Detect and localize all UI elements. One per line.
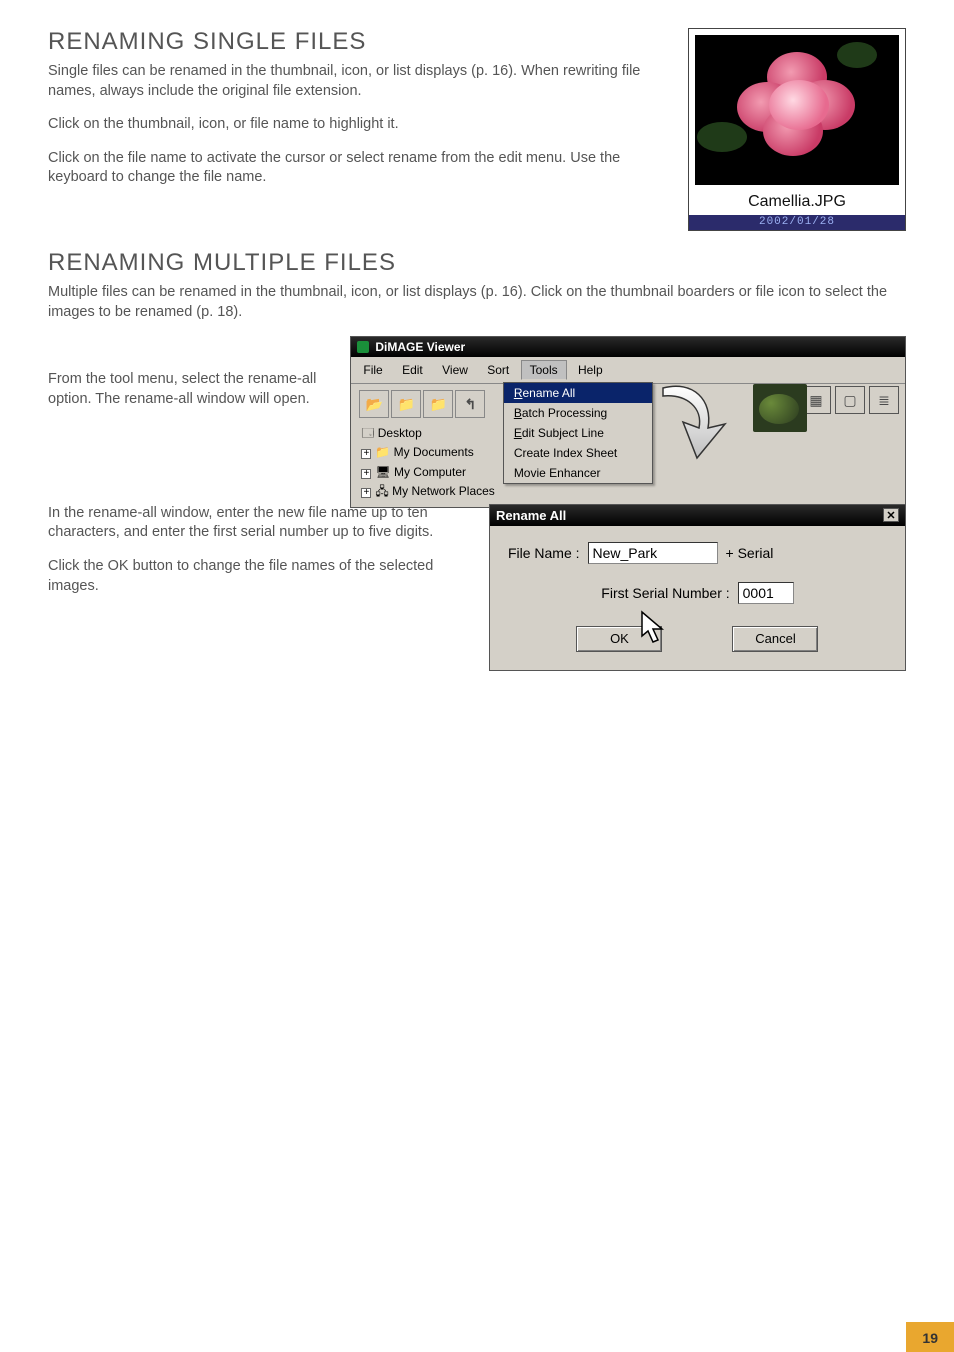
instr2-text: In the rename-all window, enter the new …	[48, 504, 471, 543]
page-number: 19	[922, 1330, 938, 1346]
thumbnail-card[interactable]: Camellia.JPG 2002/01/28	[688, 28, 906, 231]
ok-button[interactable]: OK	[576, 626, 662, 652]
folder-tree: 🗔 Desktop +📁 My Documents +🖥 My Computer…	[359, 424, 494, 501]
section1-p1: Single files can be renamed in the thumb…	[48, 62, 670, 101]
menubar: File Edit View Sort Tools Help	[351, 357, 905, 384]
callout-arrow-icon	[653, 380, 733, 460]
new-folder-button[interactable]	[391, 390, 421, 418]
content-thumbnail	[753, 384, 807, 432]
thumbnail-filename[interactable]: Camellia.JPG	[695, 193, 899, 215]
section2-p1: Multiple files can be renamed in the thu…	[48, 283, 906, 322]
menu-edit[interactable]: Edit	[394, 361, 431, 379]
cancel-button[interactable]: Cancel	[732, 626, 818, 652]
menu-file[interactable]: File	[355, 361, 390, 379]
up-button[interactable]	[455, 390, 485, 418]
window-title: DiMAGE Viewer	[375, 340, 465, 354]
menu-movie-enhancer[interactable]: Movie Enhancer	[504, 463, 652, 483]
thumbnail-date: 2002/01/28	[689, 215, 905, 230]
list-icon: ≣	[878, 392, 890, 409]
menu-create-index[interactable]: Create Index Sheet	[504, 443, 652, 463]
instr1-text: From the tool menu, select the rename-al…	[48, 336, 340, 409]
menu-rename-all[interactable]: Rename All	[504, 383, 652, 403]
grid-icon: ▦	[809, 392, 822, 409]
section1-p2: Click on the thumbnail, icon, or file na…	[48, 115, 670, 135]
dialog-close-button[interactable]: ✕	[883, 508, 899, 522]
menu-batch-processing[interactable]: Batch Processing	[504, 403, 652, 423]
menu-view[interactable]: View	[434, 361, 476, 379]
window-titlebar: DiMAGE Viewer	[351, 337, 905, 357]
serial-number-input[interactable]	[738, 582, 794, 604]
tree-mycomp[interactable]: +🖥 My Computer	[361, 463, 494, 482]
section1-p3: Click on the file name to activate the c…	[48, 149, 670, 188]
section2-title: RENAMING MULTIPLE FILES	[48, 249, 906, 277]
folder-button-3[interactable]	[423, 390, 453, 418]
menu-edit-subject[interactable]: Edit Subject Line	[504, 423, 652, 443]
thumb-icon: ▢	[843, 392, 856, 409]
up-arrow-icon	[465, 396, 477, 413]
tree-mynet[interactable]: +🖧 My Network Places	[361, 482, 494, 501]
serial-number-label: First Serial Number :	[601, 585, 729, 601]
rename-all-dialog: Rename All ✕ File Name : + Serial First …	[489, 504, 906, 671]
thumbnail-image	[695, 35, 899, 185]
page-footer: 19	[0, 1322, 954, 1352]
menu-help[interactable]: Help	[570, 361, 611, 379]
app-logo-icon	[357, 341, 369, 353]
file-name-label: File Name :	[508, 545, 580, 561]
serial-suffix-label: + Serial	[726, 545, 774, 561]
tree-desktop[interactable]: 🗔 Desktop	[361, 424, 494, 443]
menu-tools[interactable]: Tools	[521, 360, 567, 380]
file-name-input[interactable]	[588, 542, 718, 564]
menu-sort[interactable]: Sort	[479, 361, 517, 379]
dialog-title: Rename All	[496, 508, 566, 523]
new-folder-icon	[398, 396, 415, 413]
dialog-titlebar: Rename All ✕	[490, 505, 905, 526]
dimage-viewer-window: DiMAGE Viewer File Edit View Sort Tools …	[350, 336, 906, 508]
tree-mydocs[interactable]: +📁 My Documents	[361, 443, 494, 462]
instr3-text: Click the OK button to change the file n…	[48, 557, 471, 596]
folder-open-button[interactable]	[359, 390, 389, 418]
view-thumb-button[interactable]: ▢	[835, 386, 865, 414]
folder-open-icon	[366, 396, 383, 413]
folder-icon	[430, 396, 447, 413]
tools-dropdown: Rename All Batch Processing Edit Subject…	[503, 382, 653, 484]
section1-title: RENAMING SINGLE FILES	[48, 28, 670, 56]
view-list-button[interactable]: ≣	[869, 386, 899, 414]
